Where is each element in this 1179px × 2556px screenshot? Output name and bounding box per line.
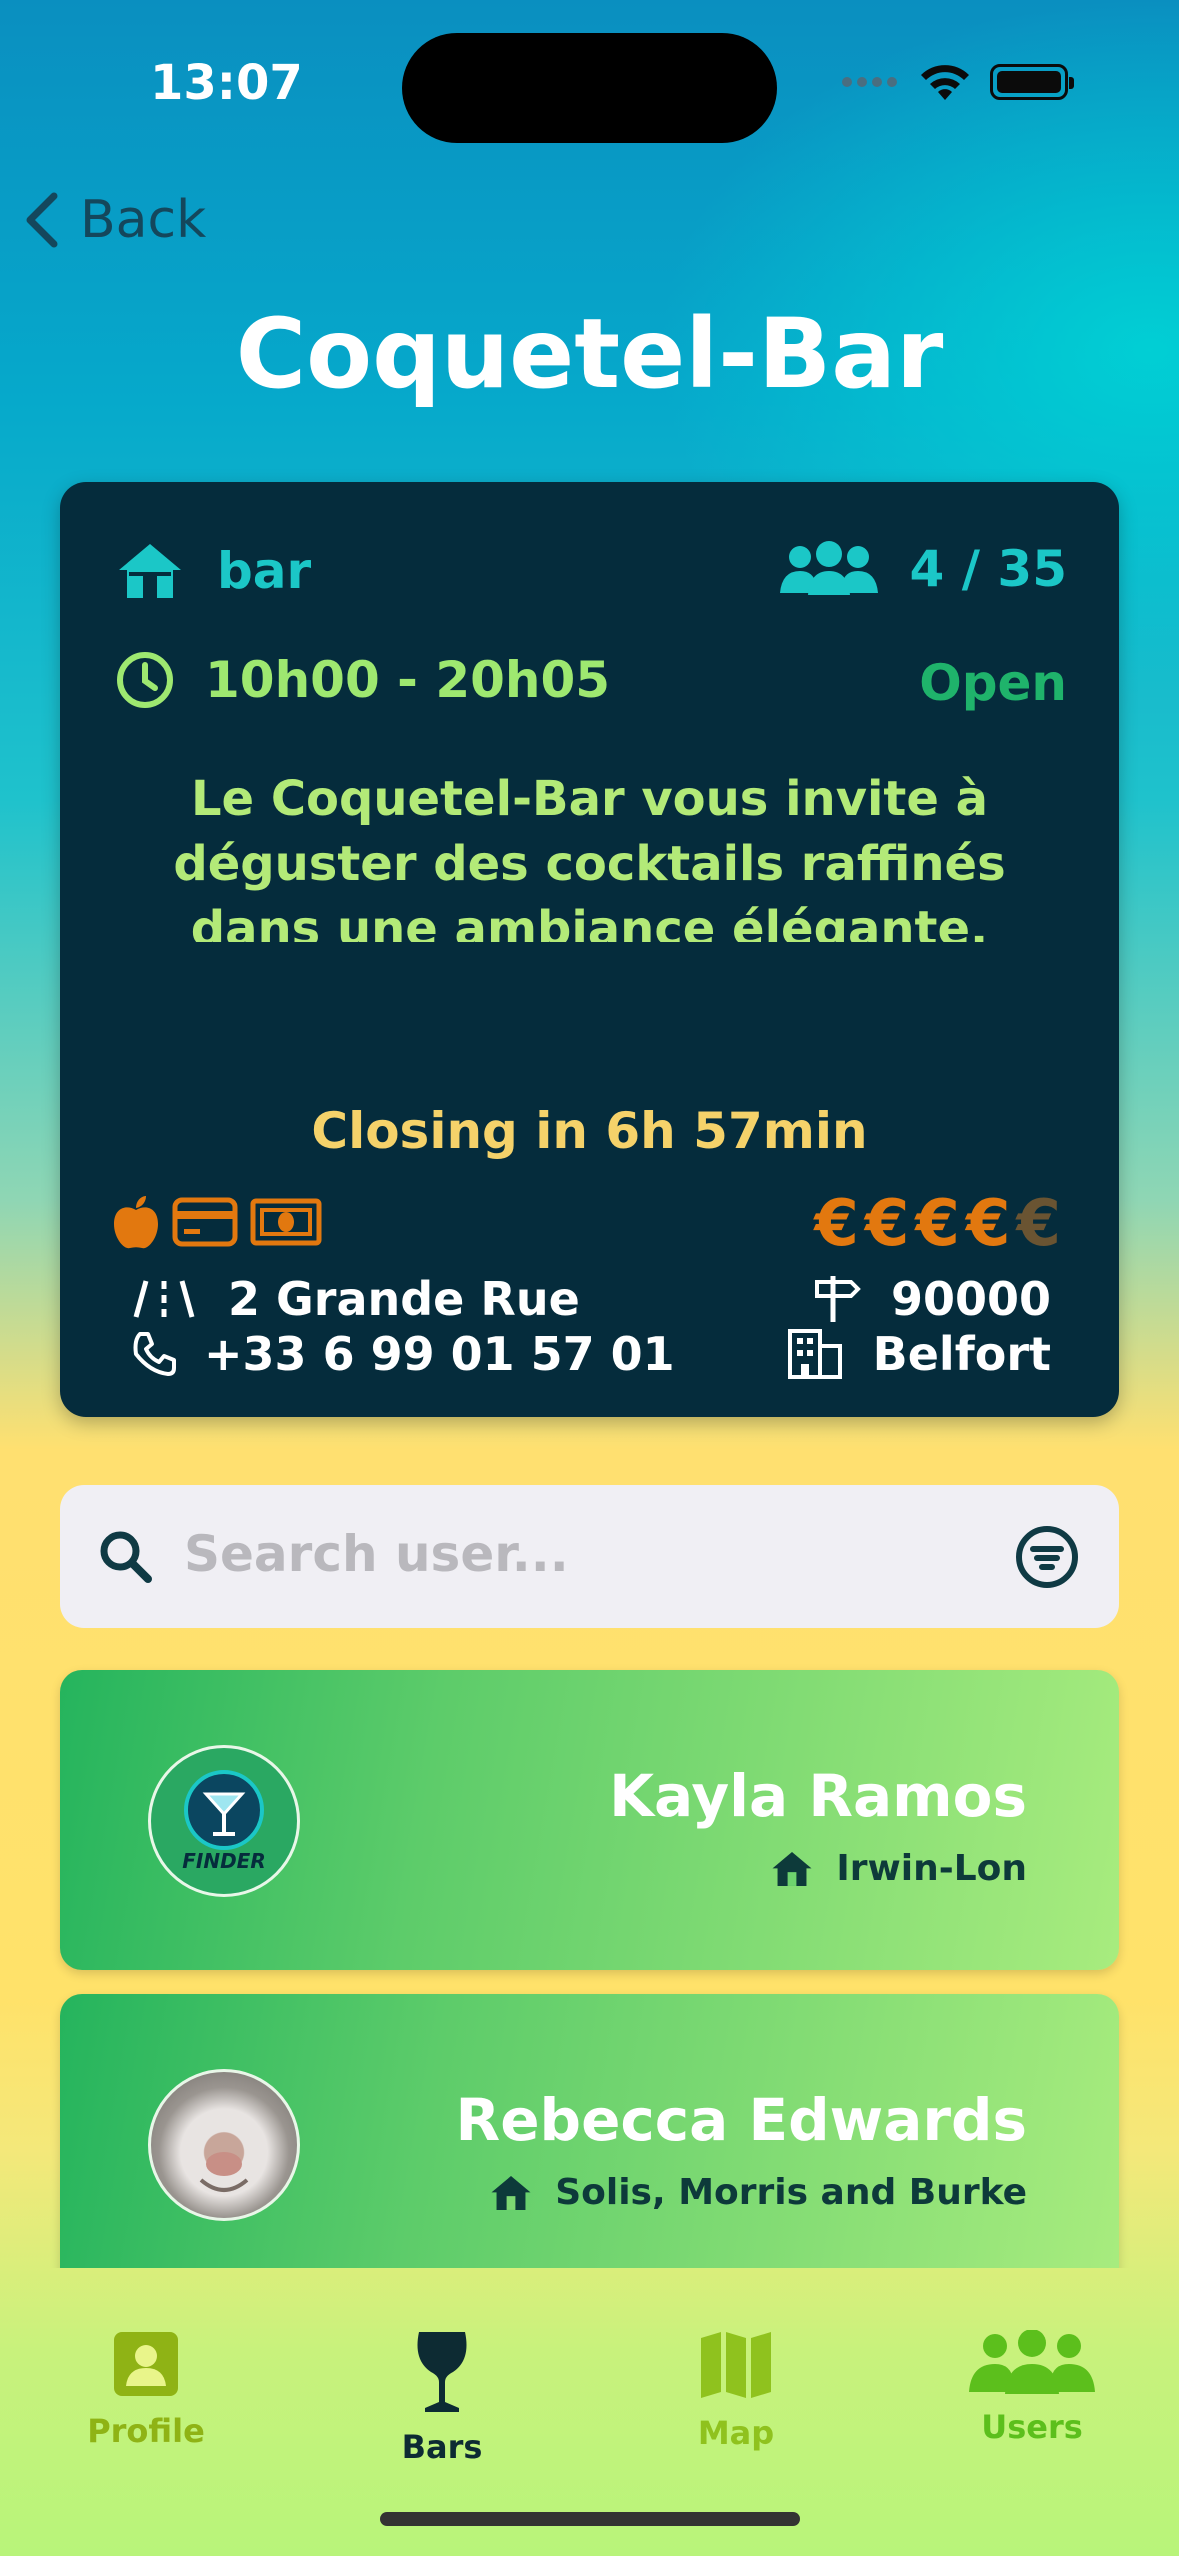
- price-level: €€€€€: [814, 1187, 1067, 1261]
- home-icon: [119, 544, 181, 598]
- euro-icon: €: [965, 1187, 1017, 1261]
- euro-icon: €: [915, 1187, 966, 1261]
- tab-users[interactable]: Users: [912, 2330, 1152, 2446]
- postal-code: 90000: [890, 1272, 1051, 1326]
- page-title: Coquetel-Bar: [235, 298, 944, 410]
- bar-type: bar: [217, 542, 312, 600]
- tab-label: Map: [697, 2414, 775, 2452]
- euro-icon: €: [1016, 1187, 1067, 1261]
- euro-icon: €: [814, 1187, 865, 1261]
- street-address: 2 Grande Rue: [228, 1272, 580, 1326]
- search-icon: [100, 1531, 152, 1583]
- dynamic-island: [402, 33, 777, 143]
- tab-label: Users: [981, 2408, 1083, 2446]
- city: Belfort: [872, 1327, 1051, 1381]
- cash-icon: [250, 1198, 322, 1246]
- tab-map[interactable]: Map: [616, 2330, 856, 2452]
- tab-bars[interactable]: Bars: [322, 2330, 562, 2466]
- tab-label: Bars: [401, 2428, 483, 2466]
- open-status: Open: [919, 654, 1067, 712]
- user-search-bar[interactable]: Search user...: [60, 1485, 1119, 1628]
- clock-icon: [117, 652, 173, 708]
- home-icon: [491, 2175, 531, 2210]
- cat-photo-icon: [199, 2152, 249, 2192]
- tab-label: Profile: [87, 2412, 205, 2450]
- home-indicator: [380, 2512, 800, 2526]
- back-button[interactable]: Back: [22, 190, 206, 250]
- user-bar-name: Solis, Morris and Burke: [555, 2172, 1027, 2213]
- wifi-icon: [921, 65, 969, 100]
- search-input[interactable]: Search user...: [184, 1525, 569, 1583]
- user-name: Rebecca Edwards: [455, 2086, 1027, 2154]
- filter-icon[interactable]: [1015, 1525, 1079, 1589]
- bar-hours: 10h00 - 20h05: [205, 651, 611, 709]
- user-bar: Solis, Morris and Burke: [489, 2172, 1027, 2213]
- bar-description: Le Coquetel-Bar vous invite à déguster d…: [173, 771, 1006, 942]
- road-icon: [133, 1280, 195, 1318]
- user-name: Kayla Ramos: [609, 1762, 1027, 1830]
- chevron-left-icon: [26, 192, 58, 248]
- back-label: Back: [80, 190, 207, 250]
- user-bar: Irwin-Lon: [770, 1848, 1027, 1889]
- user-bar-name: Irwin-Lon: [836, 1848, 1027, 1889]
- euro-icon: €: [864, 1187, 916, 1261]
- bar-info-card: bar 4 / 35 10h00 - 20h05 Open Le Coquete…: [60, 482, 1119, 1417]
- map-icon: [701, 2332, 771, 2398]
- status-icons: [840, 62, 1074, 102]
- wine-glass-icon: [417, 2332, 467, 2412]
- apple-icon: [114, 1196, 158, 1249]
- building-icon: [787, 1329, 842, 1379]
- signal-icon: [842, 77, 897, 87]
- status-time: 13:07: [150, 55, 303, 111]
- tab-profile[interactable]: Profile: [26, 2330, 266, 2450]
- avatar: FINDER: [148, 1745, 300, 1897]
- avatar: [148, 2069, 300, 2221]
- battery-icon: [990, 64, 1074, 100]
- user-list: FINDER Kayla Ramos Irwin-Lon Rebecca Edw…: [0, 1660, 1179, 2268]
- closing-countdown: Closing in 6h 57min: [311, 1102, 868, 1160]
- home-icon: [772, 1851, 812, 1886]
- user-card[interactable]: Rebecca Edwards Solis, Morris and Burke: [60, 1994, 1119, 2268]
- signpost-icon: [814, 1276, 861, 1322]
- users-icon: [779, 541, 878, 595]
- finder-logo-icon: FINDER: [182, 1770, 266, 1873]
- credit-card-icon: [172, 1197, 238, 1247]
- users-icon: [969, 2330, 1095, 2394]
- user-card[interactable]: FINDER Kayla Ramos Irwin-Lon: [60, 1670, 1119, 1970]
- person-icon: [114, 2332, 178, 2396]
- phone-icon: [133, 1332, 176, 1376]
- bar-capacity: 4 / 35: [909, 540, 1067, 598]
- phone-number[interactable]: +33 6 99 01 57 01: [204, 1327, 675, 1381]
- svg-text:FINDER: FINDER: [182, 1849, 266, 1873]
